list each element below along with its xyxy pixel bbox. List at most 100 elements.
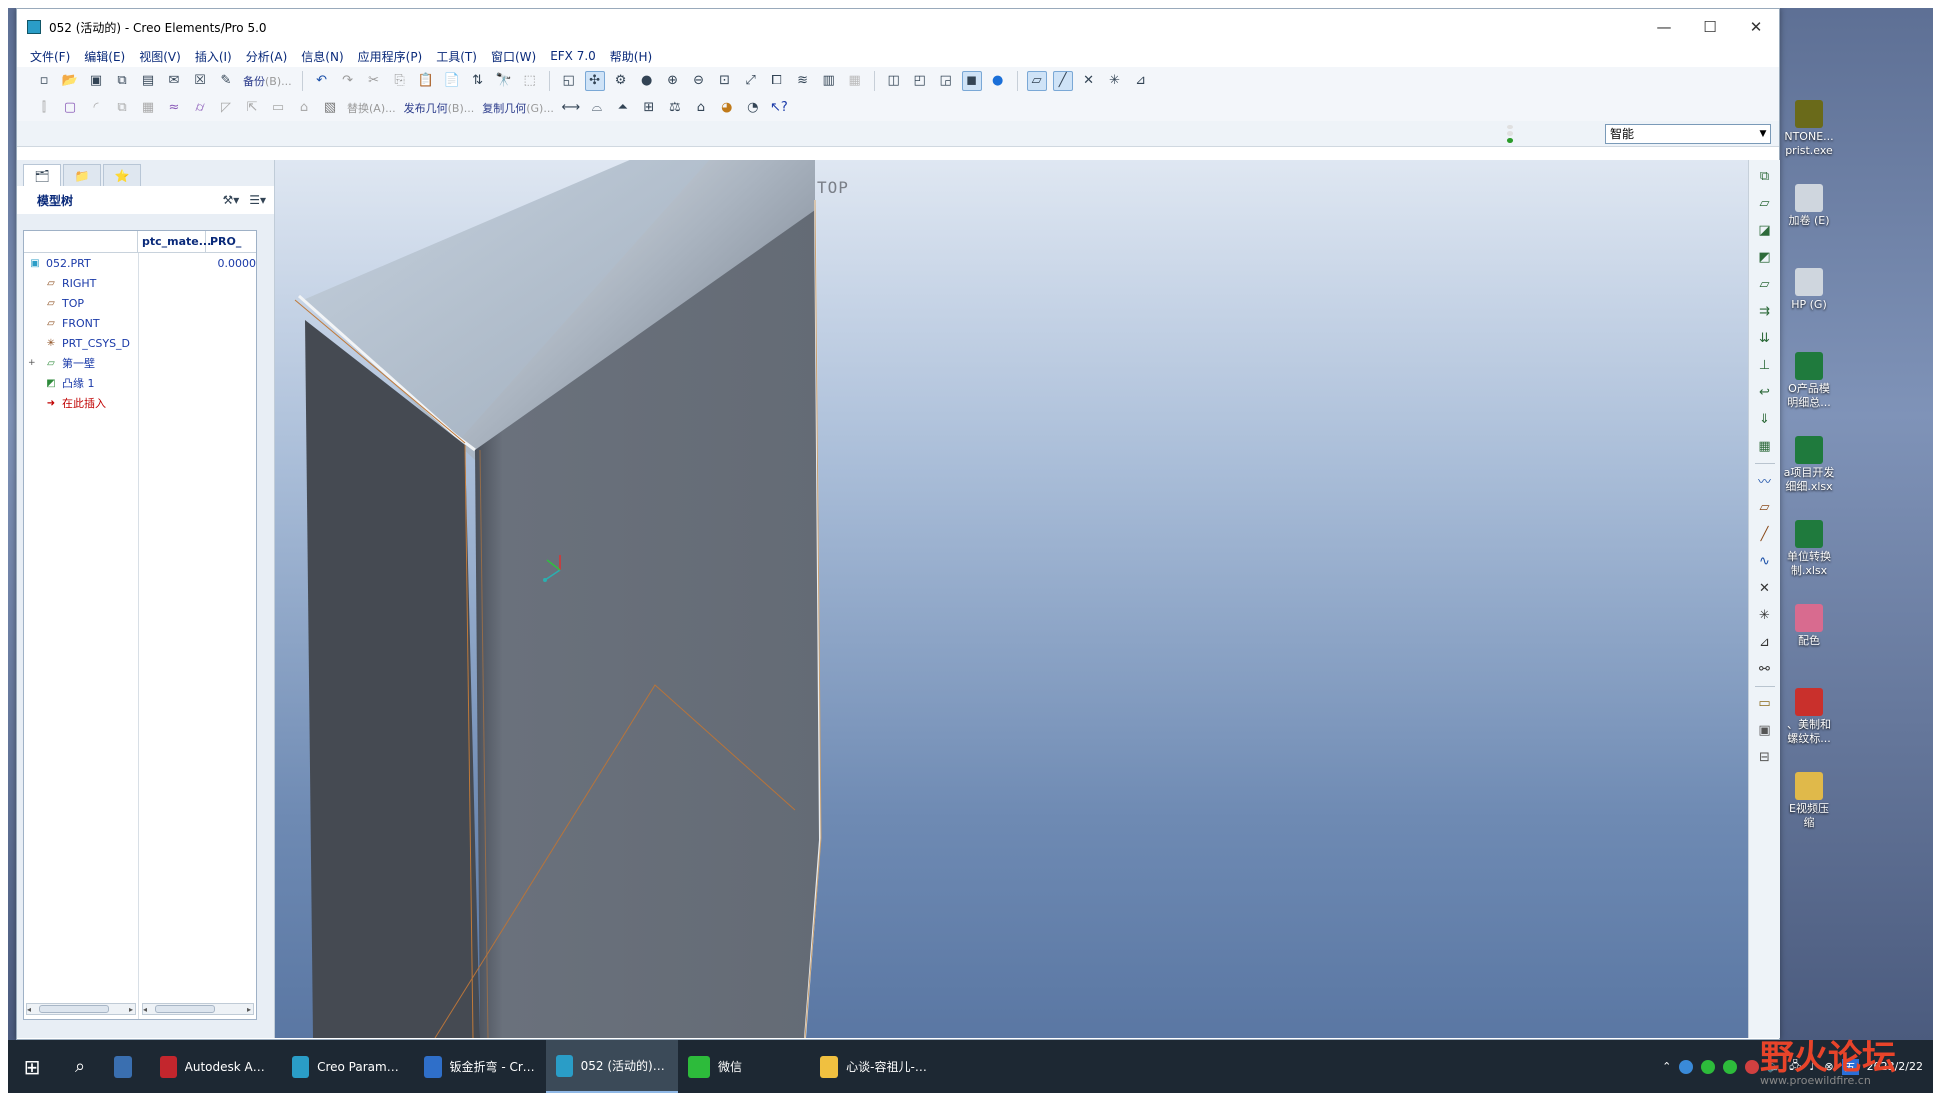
close-window-icon[interactable]: ☒: [190, 71, 210, 91]
repaint-icon[interactable]: ◱: [559, 71, 579, 91]
section-icon[interactable]: ⌓: [587, 98, 607, 118]
zoom-in-icon[interactable]: ⊕: [663, 71, 683, 91]
surface-icon[interactable]: ≈: [164, 98, 184, 118]
desktop-shortcut[interactable]: 、美制和 螺纹标...: [1778, 688, 1840, 746]
undo-icon[interactable]: ↶: [312, 71, 332, 91]
datum-csys-tool-icon[interactable]: ✳: [1754, 604, 1776, 626]
bend-back-icon[interactable]: ↩: [1754, 381, 1776, 403]
model-viewport[interactable]: [275, 160, 1749, 1038]
appearance-icon[interactable]: ▦: [845, 71, 865, 91]
menu-item-4[interactable]: 分析(A): [239, 48, 295, 65]
form-icon[interactable]: ▦: [1754, 435, 1776, 457]
cut-icon[interactable]: ✂: [364, 71, 384, 91]
column-header-material[interactable]: ptc_mate...: [138, 231, 211, 252]
menu-item-8[interactable]: 窗口(W): [484, 48, 543, 65]
csys-toggle-icon[interactable]: ✳: [1105, 71, 1125, 91]
paste-icon[interactable]: 📋: [416, 71, 436, 91]
datum-plane-tool-icon[interactable]: ▱: [1754, 496, 1776, 518]
tree-row[interactable]: ◩ 凸缘 1: [24, 373, 256, 393]
measure-icon[interactable]: ⟷: [561, 98, 581, 118]
mass-props-icon[interactable]: ⏶: [613, 98, 633, 118]
regenerate-icon[interactable]: ⇅: [468, 71, 488, 91]
annotation-toggle-icon[interactable]: ⊿: [1131, 71, 1151, 91]
refit-icon[interactable]: ⊡: [715, 71, 735, 91]
view-manager-icon[interactable]: ▥: [819, 71, 839, 91]
windows-start-icon[interactable]: ⊞: [8, 1040, 56, 1093]
expand-icon[interactable]: +: [28, 358, 36, 368]
tree-row[interactable]: + ⏥ 第一壁: [24, 353, 256, 373]
context-help-icon[interactable]: ↖?: [769, 98, 789, 118]
minimize-button[interactable]: —: [1641, 9, 1687, 45]
convert-to-sheetmetal-icon[interactable]: ⧉: [1754, 165, 1776, 187]
flange-wall-icon[interactable]: ◩: [1754, 246, 1776, 268]
symbol-icon[interactable]: ⊟: [1754, 746, 1776, 768]
datum-point-tool-icon[interactable]: ✕: [1754, 577, 1776, 599]
layers-icon[interactable]: ≋: [793, 71, 813, 91]
backup-button[interactable]: 备份(B)...: [239, 73, 296, 89]
planar-wall-icon[interactable]: ⏥: [1754, 192, 1776, 214]
tab-favorites[interactable]: ⭐: [103, 164, 141, 186]
title-bar[interactable]: 052 (活动的) - Creo Elements/Pro 5.0 — ☐ ✕: [17, 9, 1779, 45]
tree-row[interactable]: ▱ RIGHT: [24, 273, 256, 293]
taskbar-app[interactable]: 微信: [678, 1040, 810, 1093]
menu-item-10[interactable]: 帮助(H): [603, 48, 659, 65]
tree-hscroll-left[interactable]: ◂ ▸: [26, 1003, 136, 1015]
analysis-icon[interactable]: ⌂: [691, 98, 711, 118]
backup-icon[interactable]: ✎: [216, 71, 236, 91]
tab-model-tree[interactable]: 🗂: [23, 164, 61, 186]
redo-icon[interactable]: ↷: [338, 71, 358, 91]
maximize-button[interactable]: ☐: [1687, 9, 1733, 45]
graphics-window[interactable]: TOP: [275, 160, 1749, 1038]
tree-row[interactable]: ▱ TOP: [24, 293, 256, 313]
analysis-feature-icon[interactable]: ⊿: [1754, 631, 1776, 653]
project-icon[interactable]: ⧉: [112, 98, 132, 118]
tray-chevron-icon[interactable]: ⌃: [1662, 1060, 1671, 1073]
datum-curve-tool-icon[interactable]: ∿: [1754, 550, 1776, 572]
color-analysis-icon[interactable]: ◕: [717, 98, 737, 118]
shading-icon[interactable]: ◼: [961, 70, 982, 91]
tree-row[interactable]: ➜ 在此插入: [24, 393, 256, 413]
tab-folder-browser[interactable]: 📁: [63, 164, 101, 186]
sketch-icon[interactable]: ▢: [60, 98, 80, 118]
arc-icon[interactable]: ◜: [86, 98, 106, 118]
desktop-shortcut[interactable]: NTONE... prist.exe: [1778, 100, 1840, 158]
column-header-pro[interactable]: PRO_: [206, 231, 256, 252]
tree-row[interactable]: ✳ PRT_CSYS_D: [24, 333, 256, 353]
desktop-shortcut[interactable]: a项目开发 细细.xlsx: [1778, 436, 1840, 494]
tree-settings-icon[interactable]: ⚒▾: [222, 193, 239, 207]
bend-icon[interactable]: ⊥: [1754, 354, 1776, 376]
desktop-shortcut[interactable]: HP (G): [1778, 268, 1840, 312]
menu-item-2[interactable]: 视图(V): [132, 48, 188, 65]
close-button[interactable]: ✕: [1733, 9, 1779, 45]
search-icon[interactable]: ⌕: [56, 1040, 104, 1093]
pattern-icon[interactable]: ▦: [138, 98, 158, 118]
tree-row[interactable]: ▣ 052.PRT 0.0000: [24, 253, 256, 273]
datum-axis-tool-icon[interactable]: ╱: [1754, 523, 1776, 545]
new-file-icon[interactable]: ▫: [34, 71, 54, 91]
reorient-icon[interactable]: ⤢: [741, 71, 761, 91]
tree-row[interactable]: ▱ FRONT: [24, 313, 256, 333]
flat-wall-icon[interactable]: ◪: [1754, 219, 1776, 241]
datum-label-top[interactable]: TOP: [817, 178, 849, 197]
menu-item-1[interactable]: 编辑(E): [77, 48, 132, 65]
unbend-icon[interactable]: ⇊: [1754, 327, 1776, 349]
copy-icon[interactable]: ⎘: [390, 71, 410, 91]
datum-points-toggle-icon[interactable]: ✕: [1079, 71, 1099, 91]
mail-icon[interactable]: ✉: [164, 71, 184, 91]
tree-columns-icon[interactable]: ☰▾: [249, 193, 266, 207]
print-icon[interactable]: ▤: [138, 71, 158, 91]
datum-planes-toggle-icon[interactable]: ▱: [1026, 70, 1047, 91]
taskbar-app[interactable]: 心谈-容祖儿-豁我...: [810, 1040, 942, 1093]
flatten-icon[interactable]: ⇓: [1754, 408, 1776, 430]
taskbar-app[interactable]: Creo Parametric ...: [282, 1040, 414, 1093]
spin-center-icon[interactable]: ✣: [584, 70, 605, 91]
table-icon[interactable]: ⊞: [639, 98, 659, 118]
orient-mode-icon[interactable]: ⚙: [611, 71, 631, 91]
extruded-wall-icon[interactable]: ▱: [1754, 273, 1776, 295]
menu-item-5[interactable]: 信息(N): [294, 48, 350, 65]
menu-item-0[interactable]: 文件(F): [23, 48, 77, 65]
shading-sphere-icon[interactable]: ●: [637, 71, 657, 91]
desktop-shortcut[interactable]: 配色: [1778, 604, 1840, 648]
open-folder-icon[interactable]: 📂: [60, 71, 80, 91]
column-header-name[interactable]: [24, 231, 138, 252]
